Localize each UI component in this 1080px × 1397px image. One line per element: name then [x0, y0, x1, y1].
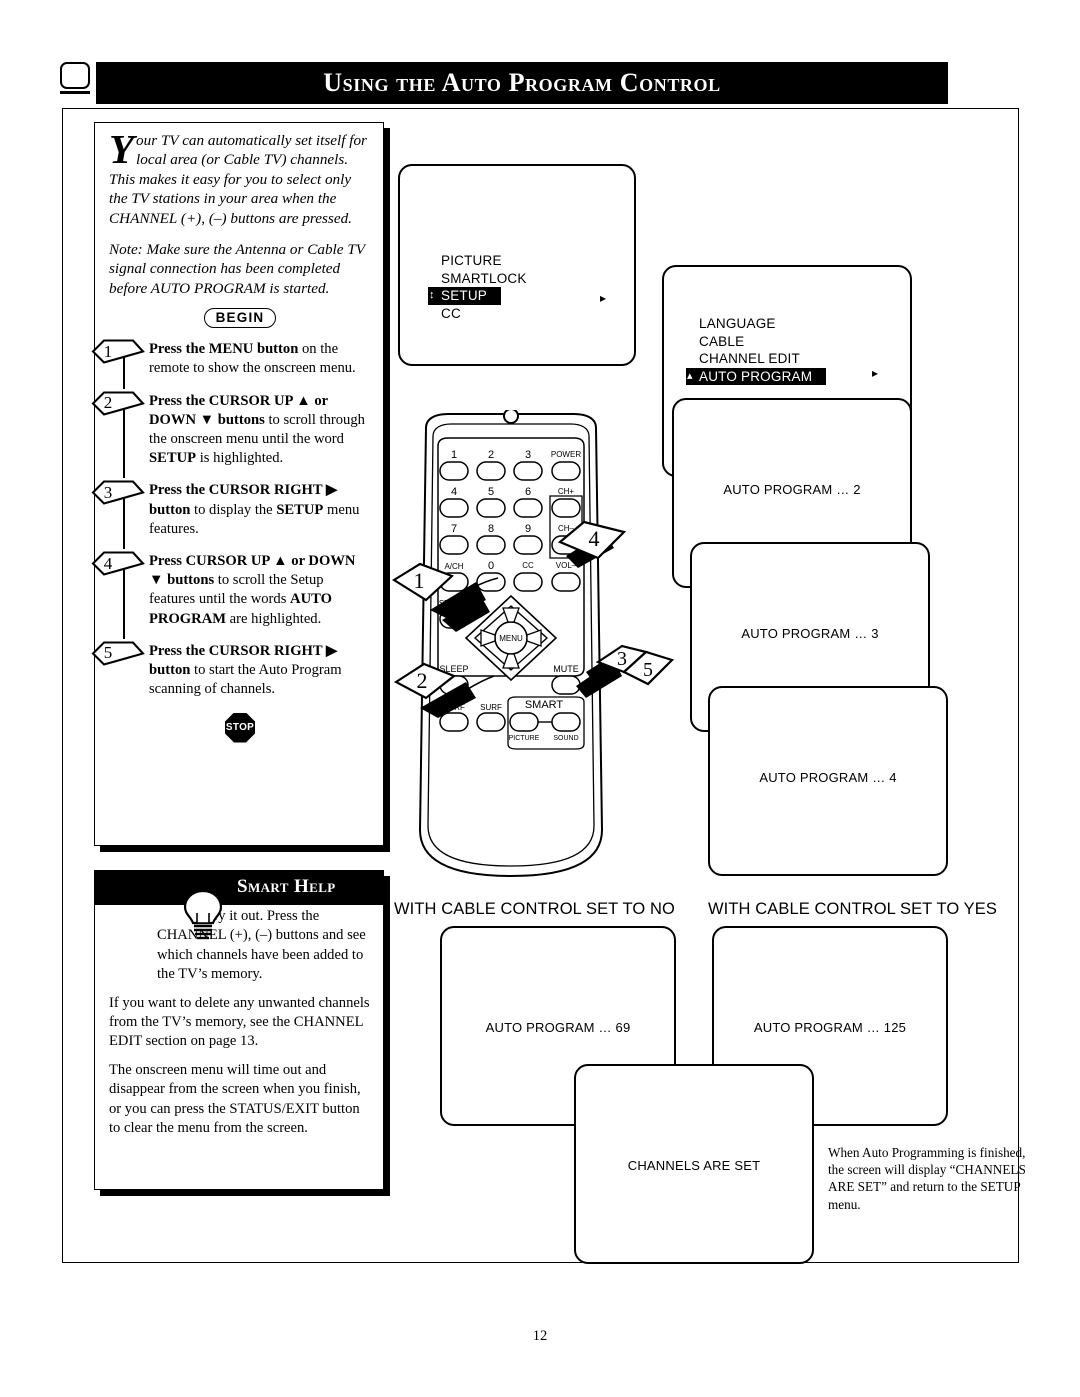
callout-number-5: 5	[643, 659, 653, 681]
step-item: 1 Press the MENU button on the remote to…	[91, 339, 371, 389]
step-badge: 2	[91, 391, 147, 416]
instruction-box: Your TV can automatically set itself for…	[91, 122, 384, 846]
stop-label: STOP	[225, 712, 255, 743]
step-badge: 4	[91, 551, 147, 576]
step-badge: 1	[91, 339, 147, 364]
step-text: Press the CURSOR RIGHT ▶ button to displ…	[149, 481, 371, 539]
intro-text: Your TV can automatically set itself for…	[109, 126, 371, 298]
step-badge: 3	[91, 480, 147, 506]
step-rest-2: is highlighted.	[196, 450, 284, 467]
step-rest-1: to display the	[190, 501, 277, 518]
step-number: 3	[103, 482, 113, 502]
intro-dropcap: Y	[109, 126, 135, 172]
lightbulb-icon	[173, 877, 233, 943]
smart-help-body: Try it out. Press the CHANNEL (+), (–) b…	[109, 907, 371, 1147]
step-bold-1: Press the MENU button	[149, 341, 299, 358]
smart-help-paragraph: If you want to delete any unwanted chann…	[109, 994, 370, 1050]
begin-label: BEGIN	[203, 308, 277, 329]
callout-number-2: 2	[417, 668, 428, 693]
callout-number-3: 3	[617, 648, 627, 670]
step-text: Press the MENU button on the remote to s…	[149, 340, 371, 378]
callout-tag-3-5: 3 5	[596, 642, 676, 688]
tv-screen-icon-base	[60, 91, 90, 94]
smart-help-title: Smart Help	[237, 876, 336, 897]
step-number: 1	[103, 341, 113, 361]
step-badge: 5	[91, 641, 147, 666]
step-item: 5 Press the CURSOR RIGHT ▶ button to sta…	[91, 641, 371, 700]
page-header-bar: Using the Auto Program Control	[96, 62, 948, 104]
step-number: 4	[103, 553, 113, 573]
step-text: Press CURSOR UP ▲ or DOWN ▼ buttons to s…	[149, 552, 371, 629]
tv-screen-icon-glass	[60, 62, 90, 89]
diagram-area: PICTURE SMARTLOCK ↕ SETUP CC ▸ LANGUAGE C…	[390, 120, 1030, 1270]
smart-help-paragraph: Try it out. Press the CHANNEL (+), (–) b…	[157, 908, 366, 983]
smart-help-box: Smart Help Try it out. Press the CHANNEL…	[94, 870, 384, 1190]
step-bold-2: SETUP	[276, 501, 324, 518]
callout-number-4: 4	[589, 526, 600, 551]
pointer-arrows	[420, 532, 632, 718]
manual-page: Using the Auto Program Control Your TV c…	[0, 0, 1080, 1397]
endnote-text: When Auto Programming is finished, the s…	[828, 1145, 1026, 1212]
callout-number-1: 1	[414, 568, 425, 593]
tv-screen-icon	[60, 62, 90, 100]
intro-paragraph: Your TV can automatically set itself for…	[109, 126, 371, 228]
page-number: 12	[532, 1328, 548, 1344]
step-item: 2 Press the CURSOR UP ▲ or DOWN ▼ button…	[91, 391, 371, 479]
stop-marker: STOP	[109, 712, 371, 743]
intro-paragraph-body: our TV can automatically set itself for …	[109, 132, 367, 227]
callout-tag-2: 2	[394, 660, 456, 700]
smart-help-paragraph: The onscreen menu will time out and disa…	[109, 1061, 361, 1137]
step-bold-2: SETUP	[149, 450, 197, 467]
step-text: Press the CURSOR UP ▲ or DOWN ▼ buttons …	[149, 392, 371, 469]
page-title: Using the Auto Program Control	[323, 68, 721, 97]
step-item: 3 Press the CURSOR RIGHT ▶ button to dis…	[91, 480, 371, 550]
callout-tag-1: 1	[392, 562, 454, 602]
step-rest-2: are highlighted.	[226, 610, 322, 627]
callout-tag-4: 4	[558, 518, 628, 562]
step-number: 2	[103, 393, 113, 413]
step-number: 5	[103, 643, 113, 663]
step-text: Press the CURSOR RIGHT ▶ button to start…	[149, 642, 371, 700]
intro-note: Note: Make sure the Antenna or Cable TV …	[109, 241, 365, 297]
begin-marker: BEGIN	[109, 308, 371, 329]
step-item: 4 Press CURSOR UP ▲ or DOWN ▼ buttons to…	[91, 551, 371, 639]
step-list: 1 Press the MENU button on the remote to…	[91, 339, 371, 700]
